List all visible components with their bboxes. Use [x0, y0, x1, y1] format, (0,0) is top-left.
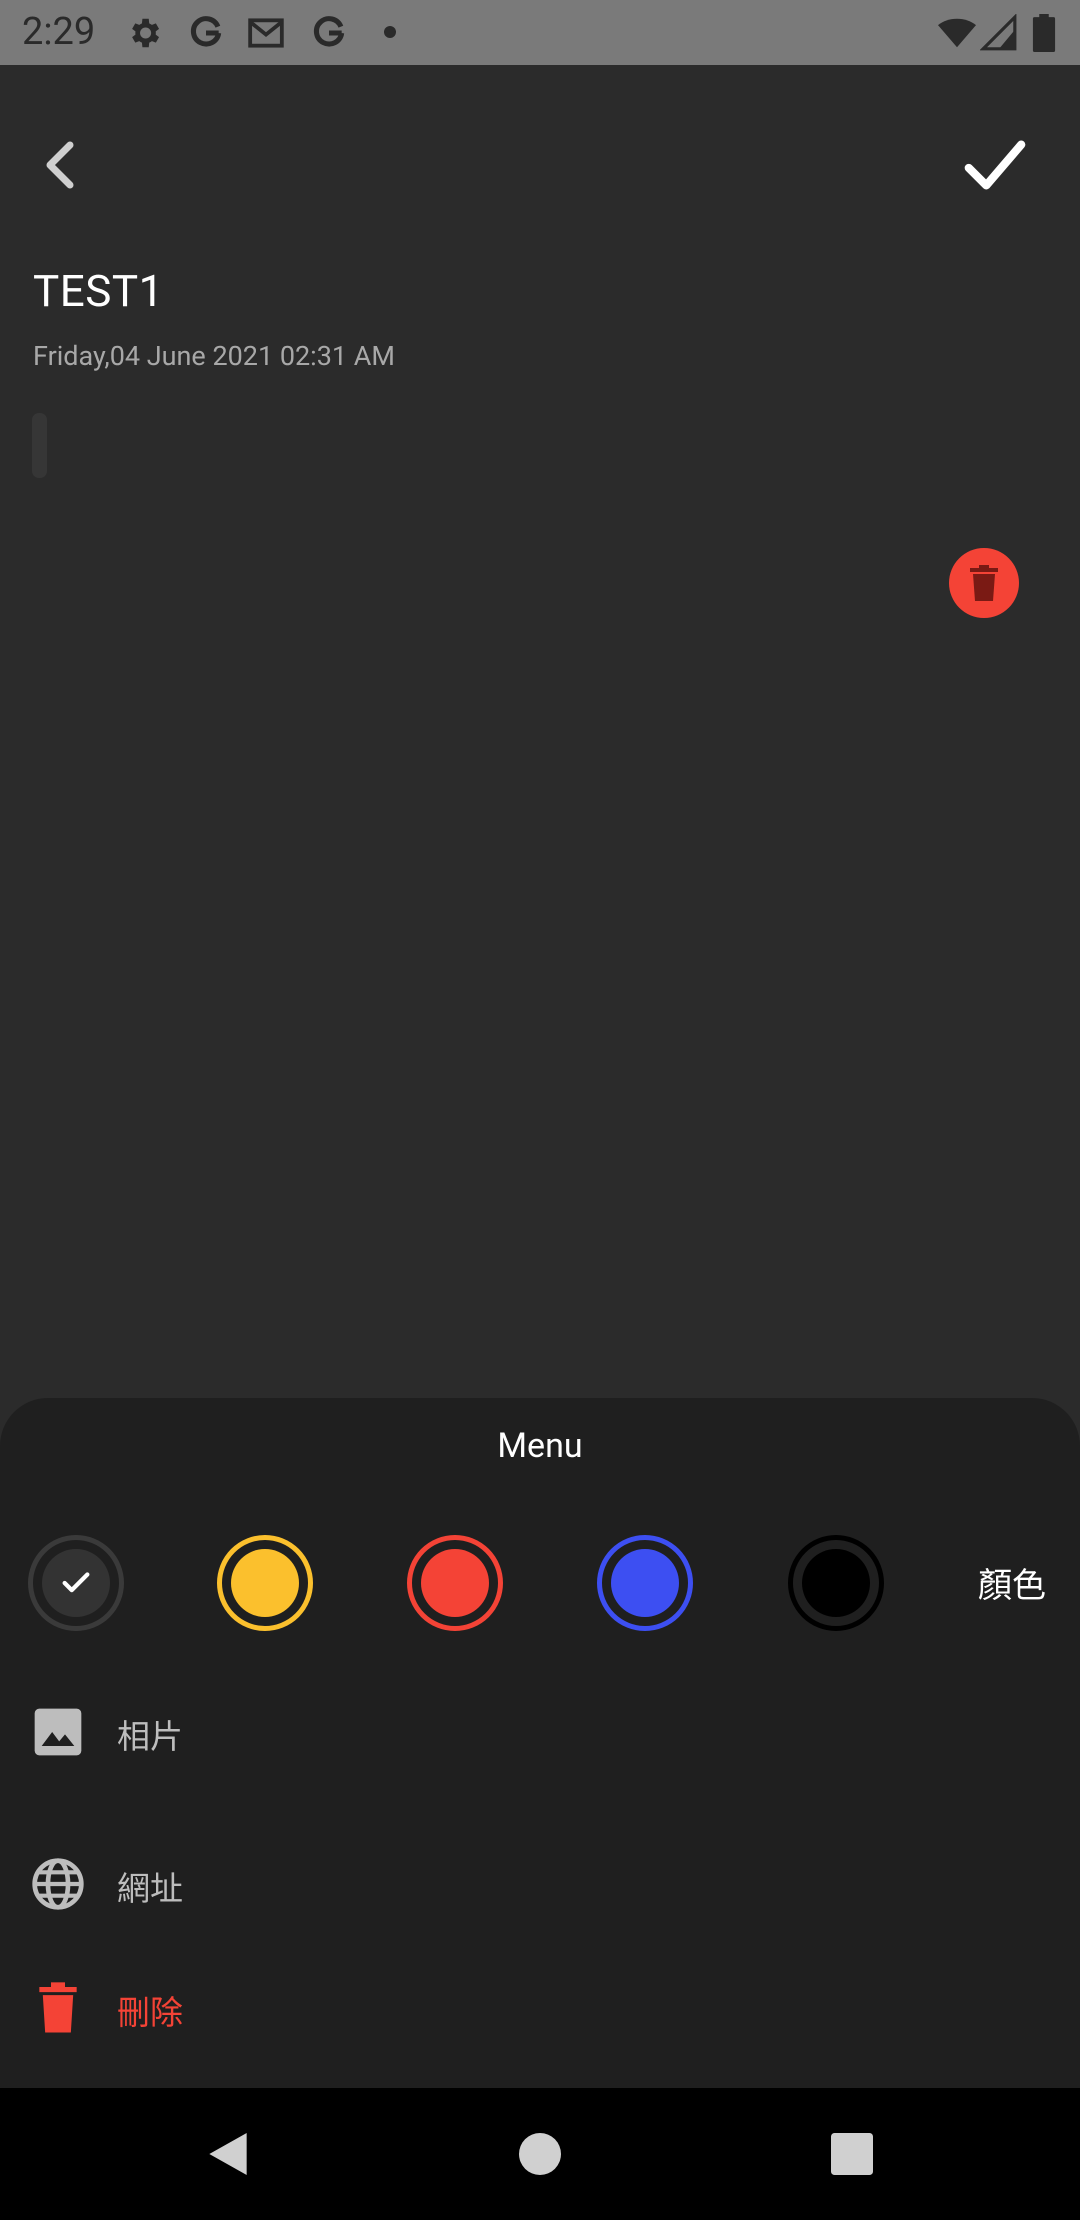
color-label: 顏色 [978, 1566, 1046, 1606]
wifi-icon [938, 18, 976, 48]
save-check-button[interactable] [960, 130, 1030, 200]
color-swatch-black[interactable] [788, 1535, 884, 1631]
note-title[interactable]: TEST1 [33, 265, 164, 317]
navigation-bar [0, 2088, 1080, 2220]
signal-icon [980, 14, 1017, 51]
trash-icon [970, 565, 998, 601]
status-time: 2:29 [22, 10, 96, 54]
battery-icon [1032, 14, 1056, 52]
color-swatch-default[interactable] [28, 1535, 124, 1631]
menu-bottom-sheet: Menu 顏色 相片 網址 刪除 [0, 1398, 1080, 2088]
color-swatch-blue[interactable] [597, 1535, 693, 1631]
image-icon [34, 1708, 82, 1756]
menu-item-url[interactable]: 網址 [0, 1832, 1080, 1942]
settings-icon [132, 18, 160, 48]
menu-item-delete[interactable]: 刪除 [0, 1956, 1080, 2066]
menu-title: Menu [497, 1426, 583, 1466]
menu-item-label: 相片 [117, 1718, 183, 1757]
google-icon [190, 16, 222, 47]
nav-recents-button[interactable] [824, 2126, 880, 2182]
note-body-input[interactable] [32, 413, 47, 478]
color-swatch-yellow[interactable] [217, 1535, 313, 1631]
gmail-icon [248, 18, 284, 48]
notification-dot [384, 26, 396, 38]
menu-item-label: 網址 [117, 1870, 183, 1909]
menu-item-photo[interactable]: 相片 [0, 1680, 1080, 1790]
back-button[interactable] [30, 130, 90, 200]
delete-fab[interactable] [949, 548, 1019, 618]
check-icon [62, 1572, 90, 1593]
nav-home-button[interactable] [512, 2126, 568, 2182]
menu-item-label: 刪除 [117, 1994, 183, 2033]
status-bar: 2:29 [0, 0, 1080, 65]
trash-icon [39, 1982, 77, 2033]
globe-icon [32, 1858, 84, 1910]
note-edit-screen: 2:29 TEST1 Friday,04 June 2021 02:31 AM … [0, 0, 1080, 2220]
color-swatch-red[interactable] [407, 1535, 503, 1631]
note-date: Friday,04 June 2021 02:31 AM [33, 340, 395, 372]
nav-back-button[interactable] [200, 2126, 256, 2182]
google-icon [313, 16, 345, 47]
